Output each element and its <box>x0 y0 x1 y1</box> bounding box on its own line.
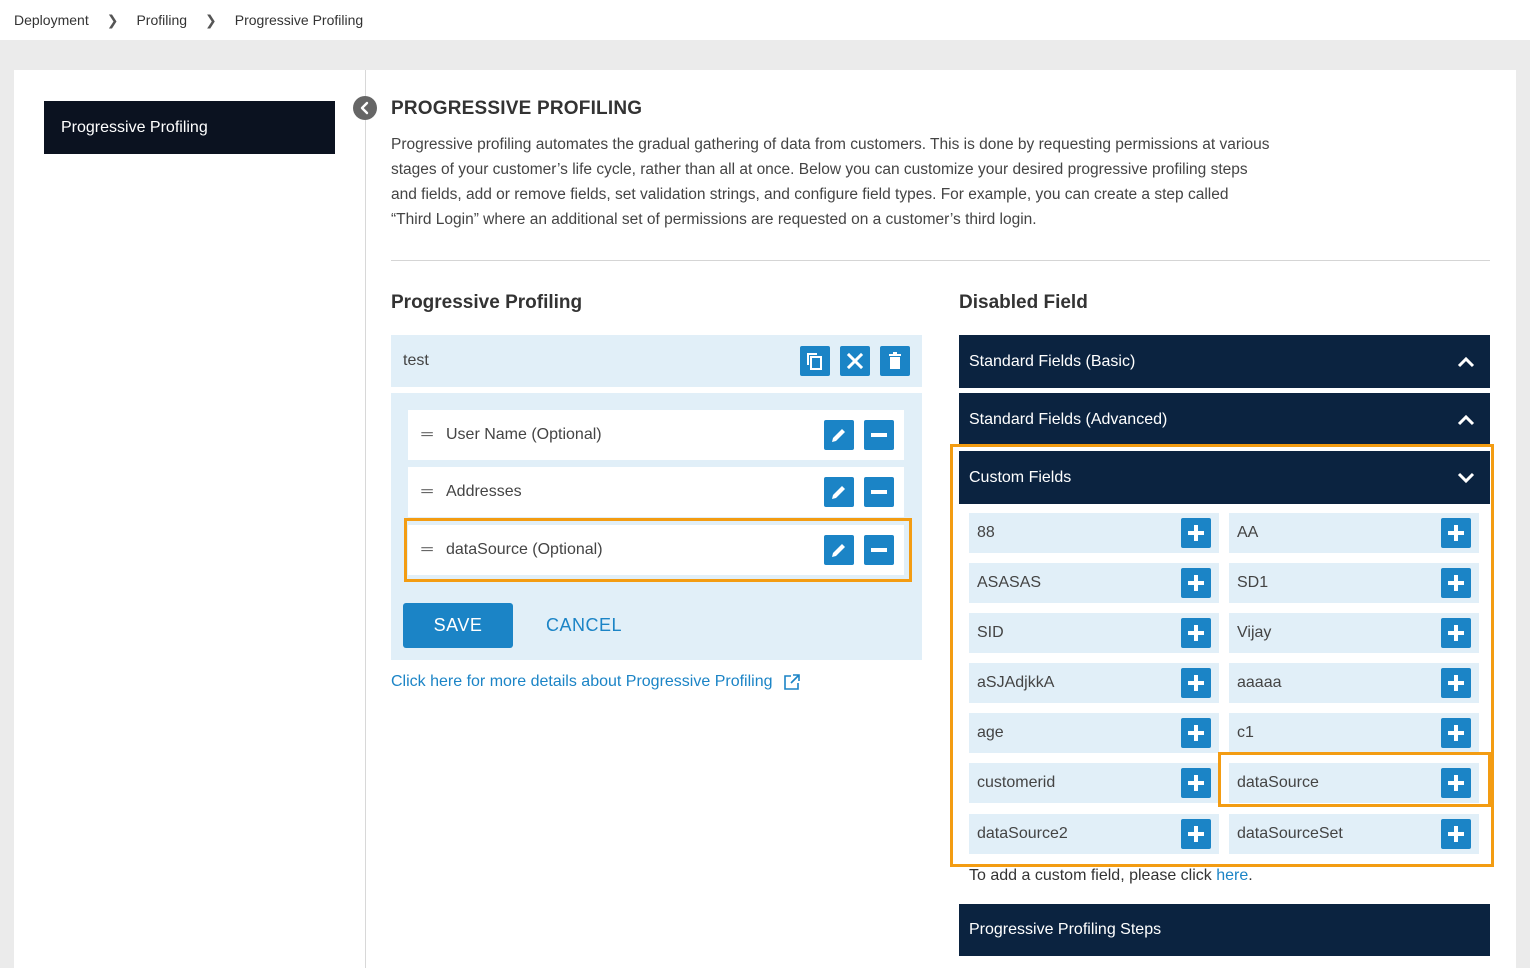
breadcrumb-deployment[interactable]: Deployment <box>14 12 89 28</box>
step-body: ═ User Name (Optional) ═ Addresses ═ dat… <box>391 393 922 660</box>
add-icon[interactable] <box>1181 718 1211 748</box>
custom-field-chip: Vijay <box>1229 613 1479 653</box>
custom-field-chip: ASASAS <box>969 563 1219 603</box>
custom-field-chip: SID <box>969 613 1219 653</box>
custom-field-chip: customerid <box>969 763 1219 803</box>
add-icon[interactable] <box>1441 819 1471 849</box>
step-field-row[interactable]: ═ Addresses <box>408 467 904 517</box>
sidebar: Progressive Profiling <box>14 70 366 968</box>
chip-label: ASASAS <box>977 574 1042 591</box>
chip-label: c1 <box>1237 724 1254 741</box>
add-icon[interactable] <box>1441 668 1471 698</box>
add-icon[interactable] <box>1441 718 1471 748</box>
chevron-right-icon: ❯ <box>106 11 119 28</box>
add-icon[interactable] <box>1441 518 1471 548</box>
edit-icon[interactable] <box>824 535 854 565</box>
edit-icon[interactable] <box>824 477 854 507</box>
field-label: User Name (Optional) <box>446 426 602 443</box>
add-icon[interactable] <box>1181 618 1211 648</box>
chip-label: dataSource2 <box>977 825 1068 842</box>
step-name: test <box>403 352 429 369</box>
step-field-row[interactable]: ═ User Name (Optional) <box>408 410 904 460</box>
breadcrumb-current: Progressive Profiling <box>234 12 364 28</box>
drag-handle-icon[interactable]: ═ <box>408 541 446 559</box>
chip-label: SD1 <box>1237 574 1269 591</box>
chip-label: customerid <box>977 774 1056 791</box>
sidebar-item-progressive-profiling[interactable]: Progressive Profiling <box>44 101 335 154</box>
step-field-row[interactable]: ═ dataSource (Optional) <box>408 525 904 575</box>
chevron-down-icon <box>1456 468 1476 493</box>
accordion-label: Custom Fields <box>969 468 1072 486</box>
chip-label: 88 <box>977 524 995 541</box>
add-custom-field-link[interactable]: here <box>1216 867 1248 884</box>
add-icon[interactable] <box>1181 819 1211 849</box>
chip-label: aSJAdjkkA <box>977 674 1055 691</box>
sidebar-item-label: Progressive Profiling <box>61 118 208 136</box>
accordion-profiling-steps[interactable]: Progressive Profiling Steps <box>959 904 1490 956</box>
custom-field-chip: dataSource2 <box>969 814 1219 854</box>
custom-field-chip: dataSourceSet <box>1229 814 1479 854</box>
custom-field-chip: 88 <box>969 513 1219 553</box>
more-details-link[interactable]: Click here for more details about Progre… <box>391 673 801 691</box>
custom-field-chip: c1 <box>1229 713 1479 753</box>
accordion-label: Standard Fields (Advanced) <box>969 410 1168 428</box>
collapse-sidebar-icon[interactable] <box>353 96 377 120</box>
step-header: test <box>391 335 922 387</box>
drag-handle-icon[interactable]: ═ <box>408 426 446 444</box>
chevron-right-icon: ❯ <box>205 11 217 28</box>
cancel-button[interactable]: CANCEL <box>546 603 622 648</box>
note-text: To add a custom field, please click <box>969 867 1217 884</box>
add-custom-field-note: To add a custom field, please click here… <box>969 867 1253 885</box>
field-label: Addresses <box>446 483 522 500</box>
accordion-label: Progressive Profiling Steps <box>969 921 1162 938</box>
add-icon[interactable] <box>1181 518 1211 548</box>
custom-field-chip: SD1 <box>1229 563 1479 603</box>
page-title: PROGRESSIVE PROFILING <box>391 98 643 119</box>
chip-label: SID <box>977 624 1004 641</box>
disabled-field-heading: Disabled Field <box>959 292 1088 313</box>
custom-field-chip: aSJAdjkkA <box>969 663 1219 703</box>
custom-field-chip: aaaaa <box>1229 663 1479 703</box>
page-description: Progressive profiling automates the grad… <box>391 136 1270 228</box>
chip-label: aaaaa <box>1237 674 1282 691</box>
add-icon[interactable] <box>1181 568 1211 598</box>
note-suffix: . <box>1248 867 1253 884</box>
chip-label: dataSource <box>1237 774 1319 791</box>
trash-icon[interactable] <box>880 346 910 376</box>
accordion-standard-basic[interactable]: Standard Fields (Basic) <box>959 335 1490 388</box>
chip-label: dataSourceSet <box>1237 825 1343 842</box>
chevron-up-icon <box>1456 352 1476 377</box>
chip-label: age <box>977 724 1004 741</box>
chip-label: AA <box>1237 524 1259 541</box>
chevron-up-icon <box>1456 410 1476 435</box>
drag-handle-icon[interactable]: ═ <box>408 483 446 501</box>
add-icon[interactable] <box>1441 568 1471 598</box>
accordion-standard-advanced[interactable]: Standard Fields (Advanced) <box>959 393 1490 446</box>
breadcrumb-profiling[interactable]: Profiling <box>136 12 187 28</box>
more-details-label: Click here for more details about Progre… <box>391 673 773 690</box>
add-icon[interactable] <box>1181 768 1211 798</box>
remove-icon[interactable] <box>864 420 894 450</box>
add-icon[interactable] <box>1181 668 1211 698</box>
remove-icon[interactable] <box>864 477 894 507</box>
accordion-label: Standard Fields (Basic) <box>969 352 1136 370</box>
remove-icon[interactable] <box>864 535 894 565</box>
custom-field-chip: age <box>969 713 1219 753</box>
add-icon[interactable] <box>1441 618 1471 648</box>
chip-label: Vijay <box>1237 624 1272 641</box>
edit-icon[interactable] <box>824 420 854 450</box>
copy-icon[interactable] <box>800 346 830 376</box>
profiling-heading: Progressive Profiling <box>391 292 583 313</box>
breadcrumb: Deployment ❯ Profiling ❯ Progressive Pro… <box>0 0 1530 40</box>
external-link-icon <box>783 673 801 691</box>
field-label: dataSource (Optional) <box>446 541 603 558</box>
custom-field-chip: AA <box>1229 513 1479 553</box>
divider <box>391 260 1490 261</box>
custom-field-chip: dataSource <box>1229 763 1479 803</box>
accordion-custom-fields[interactable]: Custom Fields <box>959 451 1490 504</box>
add-icon[interactable] <box>1441 768 1471 798</box>
save-button[interactable]: SAVE <box>403 603 513 648</box>
content-panel: Progressive Profiling PROGRESSIVE PROFIL… <box>14 70 1516 968</box>
close-icon[interactable] <box>840 346 870 376</box>
